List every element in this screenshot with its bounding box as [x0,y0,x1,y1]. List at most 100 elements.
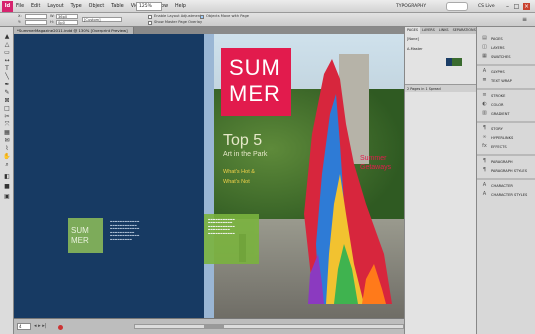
gap-tool-icon[interactable]: ↔ [3,57,11,64]
document-canvas[interactable]: SUM MER ▬▬▬▬▬▬▬▬▬▬▬▬ ▬▬▬▬▬▬▬▬▬▬▬ ▬▬▬▬▬▬▬▬▬… [14,34,404,318]
dock-swatches[interactable]: ▦ SWATCHES [477,53,535,62]
left-summer-box: SUM MER [68,218,103,253]
dock-stroke[interactable]: ≡ STROKE [477,92,535,101]
dock-effects[interactable]: fx EFFECTS [477,143,535,152]
dock-text-wrap[interactable]: ≣ TEXT WRAP [477,77,535,86]
tab-layers[interactable]: LAYERS [420,27,437,34]
scissors-tool-icon[interactable]: ✂ [3,113,11,120]
dock-glyphs[interactable]: A GLYPHS [477,68,535,77]
dock-pages-label: PAGES [491,37,503,41]
dock-character[interactable]: A CHARACTER [477,182,535,191]
dock-pages[interactable]: ▤ PAGES [477,35,535,44]
type-tool-icon[interactable]: T [3,65,11,72]
sculpture-image [304,59,392,304]
dock-layers[interactable]: ◫ LAYERS [477,44,535,53]
hyperlinks-icon: ∞ [482,134,487,140]
stroke-icon: ≡ [482,92,487,98]
dock-color[interactable]: ◐ COLOR [477,101,535,110]
page-nav-arrows-icon[interactable]: ◂ ▸ ▸| [34,323,46,329]
close-icon[interactable]: × [523,3,530,10]
tab-pages[interactable]: PAGES [405,27,421,34]
objects-move-label: Objects Move with Page [206,14,249,18]
headline-top5: Top 5 [223,132,263,149]
none-master-row[interactable]: [None] [407,37,419,41]
dock-separator [477,178,535,180]
tab-links[interactable]: LINKS [437,27,451,34]
pages-icon: ▤ [482,35,487,41]
note-tool-icon[interactable]: ✉ [3,137,11,144]
spine-bleed [204,34,214,318]
menu-edit[interactable]: Edit [31,4,40,9]
horizontal-scrollbar[interactable] [134,324,404,329]
enable-layout-checkbox[interactable] [148,15,152,19]
apply-color-icon[interactable]: ■ [3,183,11,190]
menu-bar: Id File Edit Layout Type Object Table Vi… [0,0,535,13]
font-select[interactable]: [Custom] [82,17,122,22]
control-bar: X: Y: W: 36p0 H: 0p0 [Custom] Enable Lay… [0,13,535,27]
dock-character-styles[interactable]: A CHARACTER STYLES [477,191,535,200]
dock-stroke-label: STROKE [491,94,506,98]
menu-type[interactable]: Type [71,4,82,9]
show-master-checkbox[interactable] [148,21,152,25]
preflight-error-icon[interactable] [58,325,63,330]
status-bar: 4 ◂ ▸ ▸| [14,318,404,334]
objects-move-checkbox[interactable] [200,15,204,19]
dock-glyphs-label: GLYPHS [491,70,505,74]
zoom-tool-icon[interactable]: ⌕ [3,161,11,168]
h-field[interactable]: 0p0 [56,20,78,25]
dock-paragraph[interactable]: ¶ PARAGRAPH [477,158,535,167]
pencil-tool-icon[interactable]: ✎ [3,89,11,96]
eyedropper-tool-icon[interactable]: ⌇ [3,145,11,152]
left-page: SUM MER ▬▬▬▬▬▬▬▬▬▬▬▬ ▬▬▬▬▬▬▬▬▬▬▬ ▬▬▬▬▬▬▬▬▬… [14,34,204,318]
maximize-icon[interactable]: □ [513,3,520,10]
dock-hyperlinks[interactable]: ∞ HYPERLINKS [477,134,535,143]
menu-help[interactable]: Help [175,4,186,9]
line-tool-icon[interactable]: ╲ [3,73,11,80]
page-tool-icon[interactable]: ▭ [3,49,11,56]
character-styles-icon: A [482,191,487,197]
tab-separations[interactable]: SEPARATIONS [451,27,478,34]
dock-story[interactable]: ¶ STORY [477,125,535,134]
hand-tool-icon[interactable]: ✋ [3,153,11,160]
page-field[interactable]: 4 [17,323,31,330]
scrollbar-thumb[interactable] [204,325,224,328]
view-mode-icon[interactable]: ▣ [3,193,11,200]
gradient-icon: ▥ [482,110,487,116]
masthead-line1: SUM [229,55,281,80]
minimize-icon[interactable]: – [504,3,511,10]
cs-live-button[interactable]: CS Live [478,1,495,12]
menu-object[interactable]: Object [89,4,105,9]
panel-menu-icon[interactable]: ≡ [522,16,530,24]
dock-swatches-label: SWATCHES [491,55,511,59]
x-field[interactable] [25,14,47,19]
menu-layout[interactable]: Layout [47,4,63,9]
free-transform-tool-icon[interactable]: ⤧ [3,121,11,128]
direct-selection-tool-icon[interactable]: △ [3,41,11,48]
gradient-tool-icon[interactable]: ▦ [3,129,11,136]
paragraph-styles-icon: ¶ [482,167,487,173]
dock-paragraph-styles[interactable]: ¶ PARAGRAPH STYLES [477,167,535,176]
search-field[interactable] [446,2,468,11]
masthead-line2: MER [229,81,281,106]
pen-tool-icon[interactable]: ✒ [3,81,11,88]
workspace-switcher[interactable]: TYPOGRAPHY [396,2,442,11]
fill-stroke-icon[interactable]: ◧ [3,173,11,180]
y-field[interactable] [25,20,47,25]
getaways-line1: Summer [360,155,387,162]
dock-separator [477,88,535,90]
rectangle-frame-tool-icon[interactable]: ⊠ [3,97,11,104]
page-thumbnail-right[interactable] [452,58,462,66]
rectangle-tool-icon[interactable]: □ [3,105,11,112]
menu-table[interactable]: Table [111,4,123,9]
getaways-line2: Getaways [360,164,392,171]
dock-hyperlinks-label: HYPERLINKS [491,136,514,140]
zoom-select[interactable]: 125% [136,2,162,11]
document-tab[interactable]: *SummerMagazine2011.indd @ 130% [Overpri… [14,27,134,34]
w-field[interactable]: 36p0 [56,14,78,19]
menu-file[interactable]: File [16,4,24,9]
dock-gradient[interactable]: ▥ GRADIENT [477,110,535,119]
dock-character-styles-label: CHARACTER STYLES [491,193,528,197]
selection-tool-icon[interactable]: ▲ [3,33,11,40]
show-master-label: Show Master Page Overlay [154,20,203,24]
a-master-row[interactable]: A-Master [407,47,423,51]
